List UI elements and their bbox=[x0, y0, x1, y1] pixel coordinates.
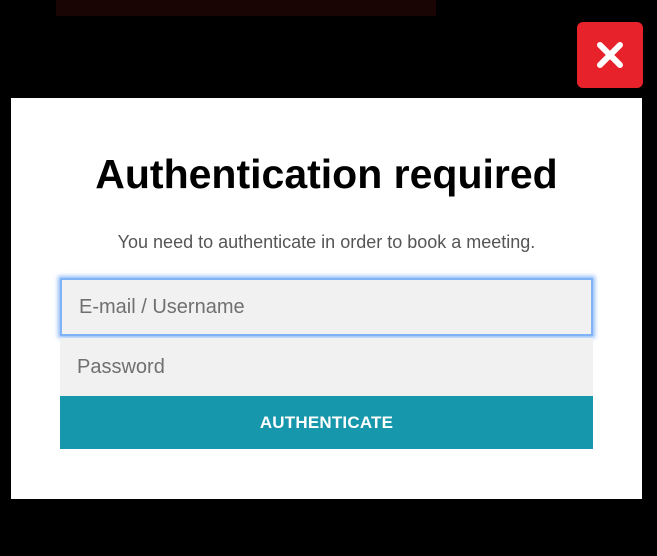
background-bar bbox=[56, 0, 436, 16]
email-username-input[interactable] bbox=[60, 278, 593, 336]
authenticate-button[interactable]: AUTHENTICATE bbox=[60, 396, 593, 449]
dialog-subtitle: You need to authenticate in order to boo… bbox=[117, 232, 536, 252]
auth-dialog: Authentication required You need to auth… bbox=[11, 98, 642, 499]
dialog-title: Authentication required bbox=[95, 151, 558, 197]
close-icon bbox=[597, 42, 623, 68]
modal-backdrop: Authentication required You need to auth… bbox=[0, 0, 657, 556]
password-input[interactable] bbox=[60, 338, 593, 396]
close-button[interactable] bbox=[577, 22, 643, 88]
